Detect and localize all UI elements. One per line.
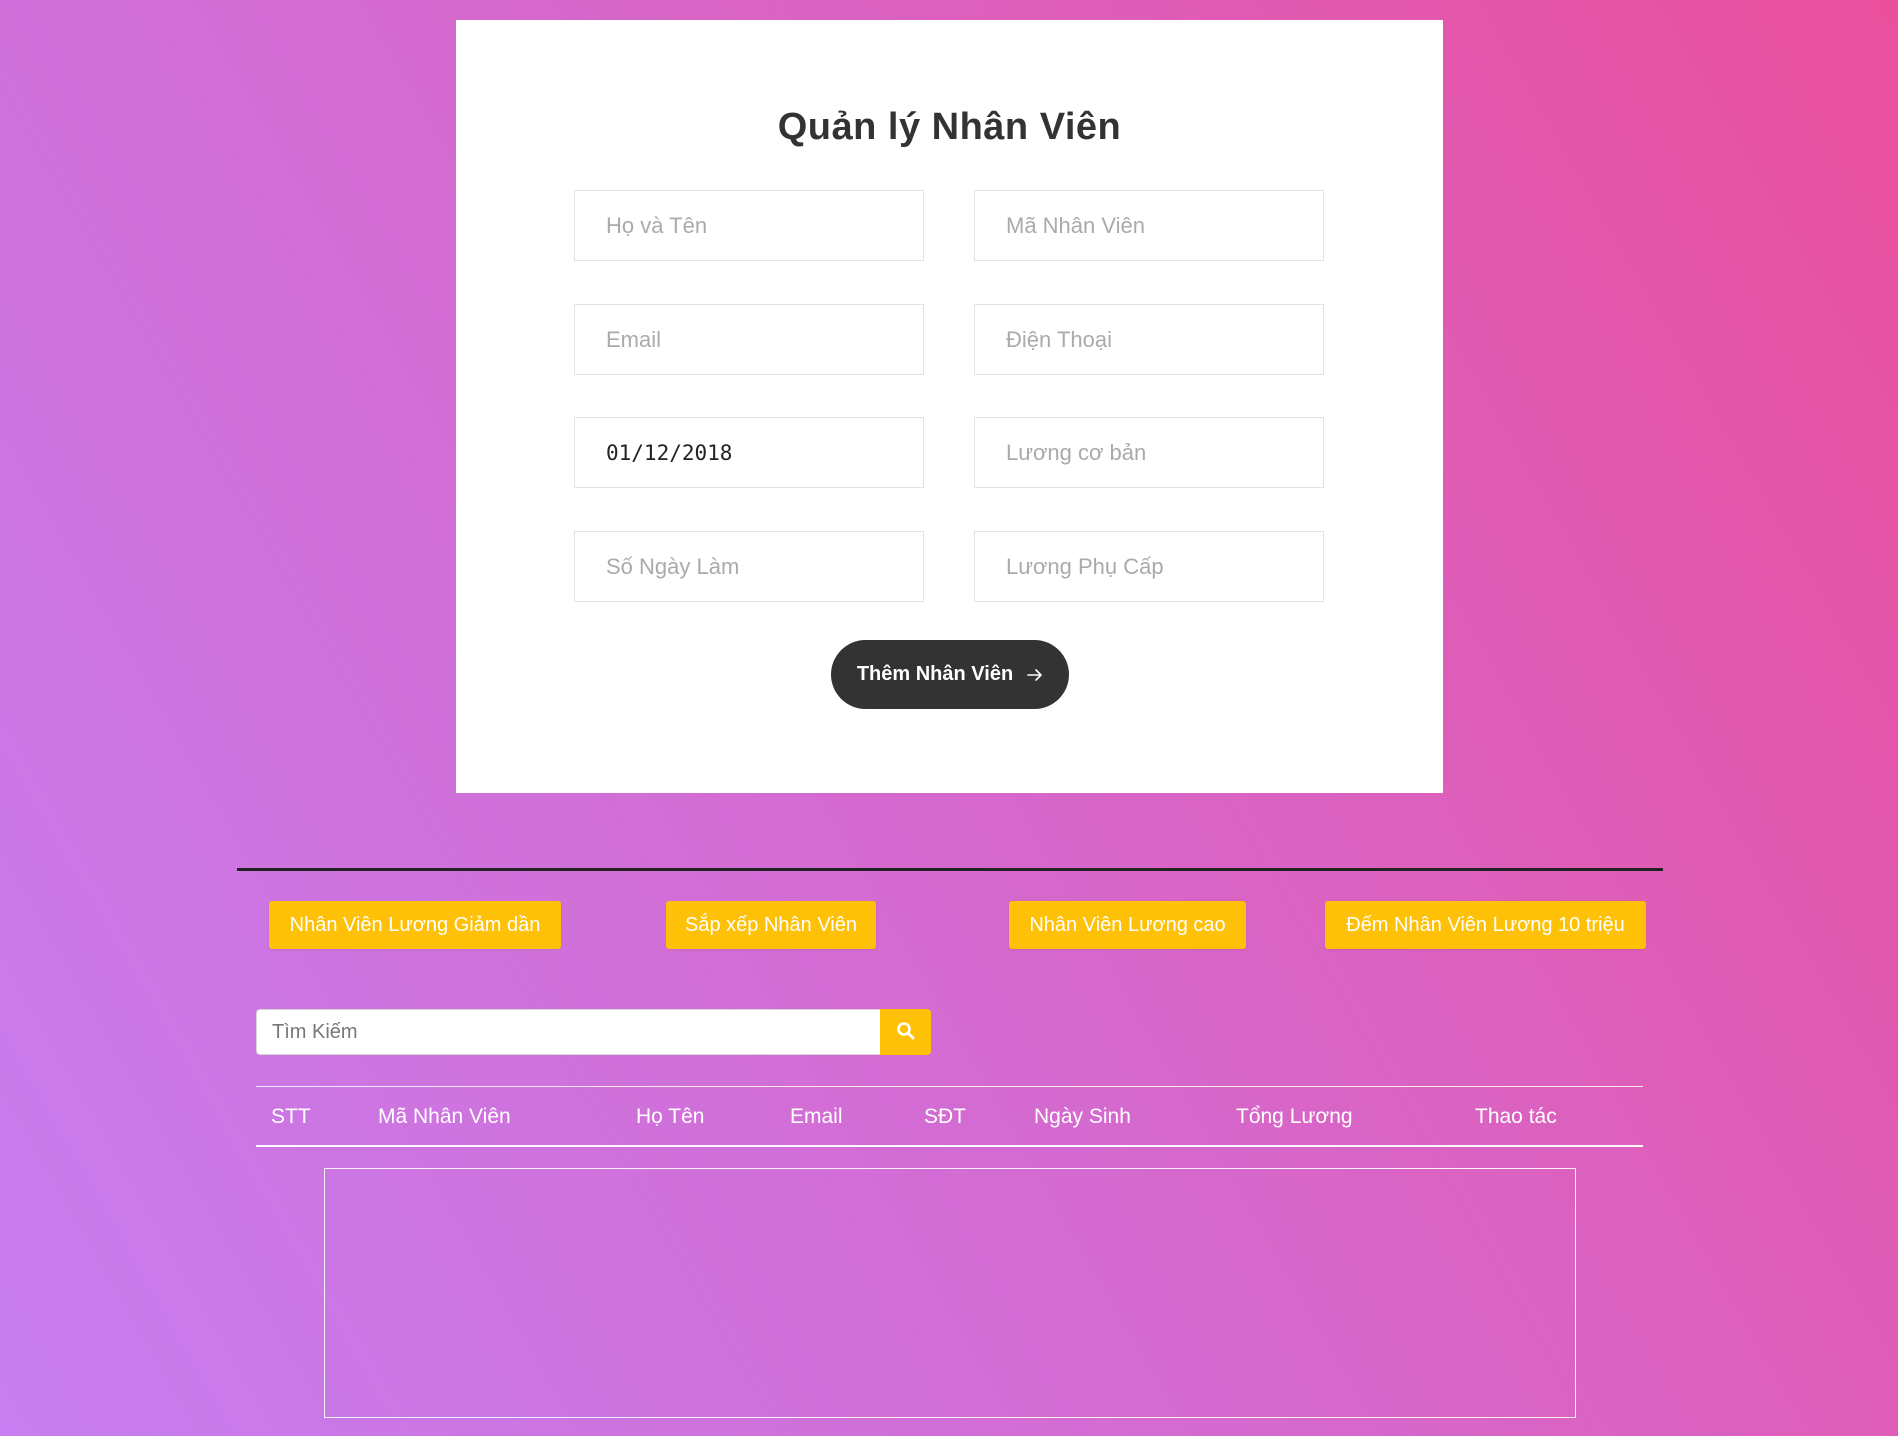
add-employee-label: Thêm Nhân Viên (856, 663, 1014, 685)
section-divider (237, 868, 1663, 871)
employee-form-card: Quản lý Nhân Viên Thêm Nhân Viên (456, 20, 1443, 793)
email-field[interactable] (574, 304, 924, 375)
column-header-stt: STT (271, 1105, 311, 1128)
table-header: STT Mã Nhân Viên Họ Tên Email SĐT Ngày S… (256, 1086, 1643, 1147)
column-header-phone: SĐT (924, 1105, 966, 1128)
sort-employees-button[interactable]: Sắp xếp Nhân Viên (666, 901, 876, 949)
table-body (324, 1168, 1576, 1418)
full-name-field[interactable] (574, 190, 924, 261)
column-header-name: Họ Tên (636, 1105, 705, 1128)
phone-field[interactable] (974, 304, 1324, 375)
search-button[interactable] (880, 1009, 931, 1055)
column-header-actions: Thao tác (1475, 1105, 1557, 1128)
base-salary-field[interactable] (974, 417, 1324, 488)
arrow-right-icon (1027, 668, 1043, 682)
employee-id-field[interactable] (974, 190, 1324, 261)
search-icon (896, 1021, 916, 1044)
search-input[interactable] (256, 1009, 881, 1055)
high-salary-button[interactable]: Nhân Viên Lương cao (1009, 901, 1246, 949)
column-header-birth-date: Ngày Sinh (1034, 1105, 1131, 1128)
column-header-email: Email (790, 1105, 843, 1128)
count-10m-salary-button[interactable]: Đếm Nhân Viên Lương 10 triệu (1325, 901, 1646, 949)
column-header-employee-id: Mã Nhân Viên (378, 1105, 511, 1128)
sort-salary-desc-button[interactable]: Nhân Viên Lương Giảm dần (269, 901, 561, 949)
page-title: Quản lý Nhân Viên (777, 106, 1122, 148)
allowance-field[interactable] (974, 531, 1324, 602)
birth-date-field[interactable] (574, 417, 924, 488)
add-employee-button[interactable]: Thêm Nhân Viên (831, 640, 1069, 709)
work-days-field[interactable] (574, 531, 924, 602)
column-header-total-salary: Tổng Lương (1236, 1105, 1353, 1128)
